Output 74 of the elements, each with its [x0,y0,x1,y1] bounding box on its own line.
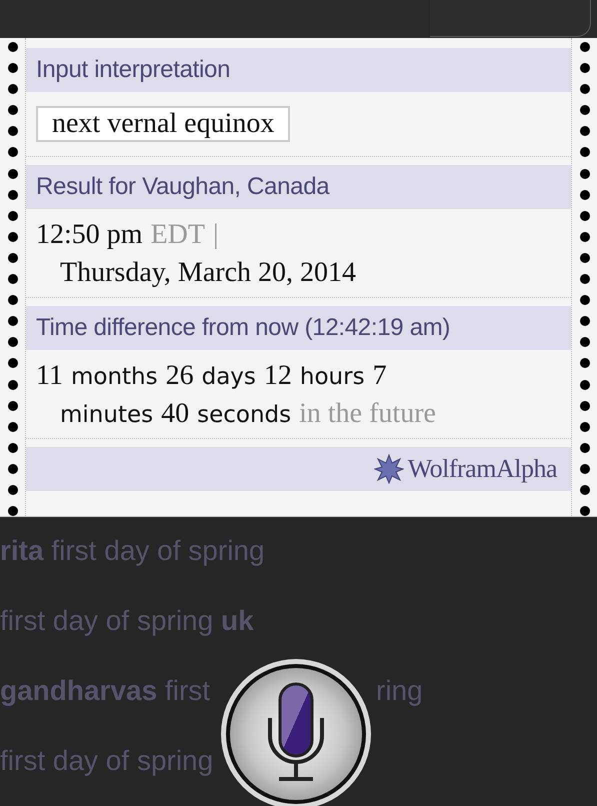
perforation-hole [580,464,590,474]
suggestion-text[interactable]: first day of spring [0,745,214,778]
perforation-hole [8,464,18,474]
perforation-hole [580,274,590,284]
perforation-hole [8,210,18,221]
brand-name: WolframAlpha [408,454,557,484]
perforation-hole [580,105,590,116]
unit-text: days [202,364,256,390]
perforation-hole [580,42,590,52]
suggestion-text[interactable]: first day of spring uk [0,605,254,638]
perforation-hole [580,337,590,348]
pod-title: Input interpretation [26,48,571,92]
perforation-hole [580,232,590,242]
perforation-hole [580,358,590,368]
value-text: 7 [372,360,387,392]
note-text: in the future [299,398,436,430]
perforation-hole [8,84,18,94]
suggestion-text[interactable]: rita first day of spring [0,535,265,568]
perforation-hole [8,484,18,495]
perforation-hole [580,210,590,221]
value-text: 26 [166,360,194,392]
perforation-hole [580,316,590,326]
star-logo-icon [374,454,404,484]
unit-text: months [70,364,158,390]
suggestion-text[interactable]: gandharvas first [0,675,210,708]
pod-title: Result for Vaughan, Canada [26,165,571,209]
perforation-hole [580,252,590,263]
unit-text: seconds [197,402,292,428]
perforation-hole [8,274,18,284]
unit-text: minutes [60,402,154,428]
note-text: | [213,219,219,251]
perforation-hole [580,506,590,516]
perforation-hole [580,126,590,136]
perforation-hole [8,337,18,348]
perforation-hole [8,147,18,158]
perforation-hole [580,168,590,179]
perforation-hole [8,42,18,52]
perforation-hole [8,126,18,136]
perforation-hole [8,63,18,74]
microphone-icon [268,682,324,781]
value-text: Thursday, March 20, 2014 [60,257,356,289]
perforation-hole [8,380,18,390]
unit-text: hours [300,364,365,390]
value-text: 12:50 pm [36,219,143,251]
perforation-hole [8,442,18,453]
perforation-hole [580,84,590,94]
perforation-hole [580,190,590,200]
perforation-hole [580,484,590,495]
pod-title: Time difference from now (12:42:19 am) [26,306,571,350]
perforation-hole [8,232,18,242]
perforation-hole [8,316,18,326]
suggestion-text[interactable]: ring [376,675,423,708]
perforation-hole [8,190,18,200]
perforation-hole [580,380,590,390]
value-text: 12 [264,360,292,392]
perforation-hole [8,358,18,368]
perforation-hole [580,422,590,432]
perforation-hole [8,400,18,411]
microphone-button[interactable] [220,658,372,806]
perforation-hole [8,168,18,179]
perforation-hole [580,442,590,453]
perforation-hole [8,506,18,516]
value-text: 40 [161,398,190,430]
perforation-hole [580,400,590,411]
value-text: 11 [36,360,63,392]
perforation-hole [8,252,18,263]
perforation-hole [8,105,18,116]
note-text: EDT [150,219,205,251]
perforation-hole [8,295,18,306]
input-text: next vernal equinox [36,106,290,142]
perforation-hole [580,147,590,158]
perforation-hole [580,295,590,306]
perforation-hole [580,63,590,74]
perforation-hole [8,422,18,432]
